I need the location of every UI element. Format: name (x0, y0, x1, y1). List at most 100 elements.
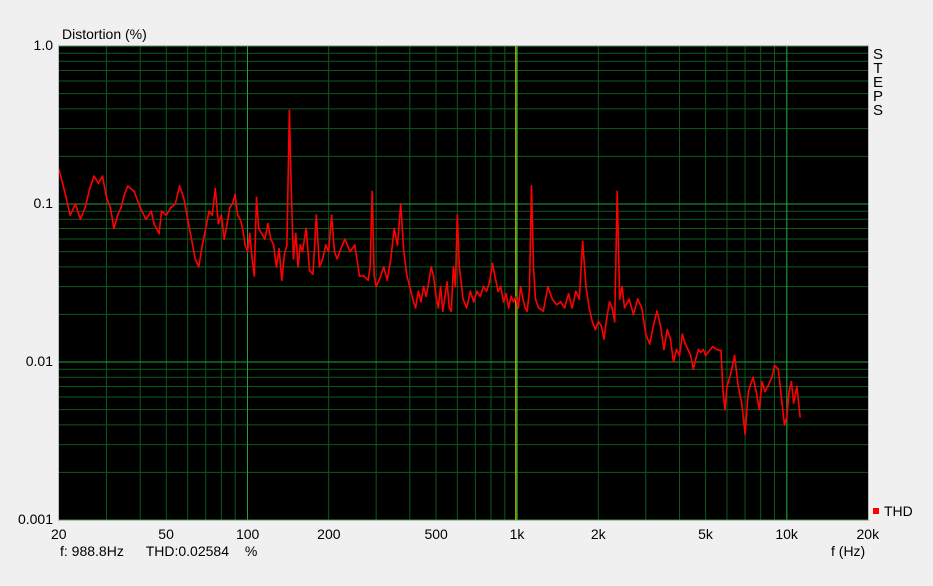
data-point (621, 285, 623, 288)
data-point (239, 218, 242, 221)
data-point (669, 338, 672, 340)
data-point (145, 218, 147, 221)
data-point (208, 210, 210, 213)
side-label-letter: S (872, 102, 883, 119)
readout-unit: % (244, 543, 258, 559)
data-point (280, 279, 283, 281)
data-point (158, 232, 161, 235)
data-point (386, 279, 389, 281)
data-point (288, 109, 291, 112)
data-point (414, 307, 417, 309)
data-point (547, 285, 549, 288)
data-point (722, 390, 724, 393)
data-point (170, 206, 172, 209)
data-point (726, 385, 728, 388)
data-point (217, 222, 220, 225)
side-label: S T E P S (871, 47, 885, 119)
data-point (608, 301, 611, 303)
data-point (406, 275, 408, 277)
data-point (248, 232, 251, 235)
data-point (308, 269, 311, 272)
data-point (744, 433, 746, 435)
data-point (244, 244, 247, 246)
data-point (578, 298, 581, 300)
data-point (526, 310, 529, 312)
data-point (430, 266, 433, 268)
data-point (318, 266, 321, 268)
data-point (729, 372, 732, 375)
data-point (201, 244, 204, 246)
data-point (715, 348, 718, 351)
data-point (324, 244, 327, 246)
data-point (781, 402, 783, 404)
data-point (687, 348, 689, 351)
data-point (773, 364, 776, 367)
data-point (439, 285, 442, 288)
data-point (362, 275, 365, 277)
chart-window: Distortion (%) S T E P S THD f: 988.8Hz … (0, 0, 933, 586)
data-point (178, 185, 181, 187)
data-point (101, 175, 104, 178)
data-point (375, 285, 378, 288)
data-point (153, 222, 155, 225)
data-point (707, 351, 709, 354)
data-point (588, 307, 591, 309)
data-point (681, 333, 684, 336)
data-point (267, 222, 269, 225)
data-point (126, 185, 129, 187)
data-point (591, 320, 594, 323)
data-point (190, 238, 193, 241)
data-point (382, 266, 385, 268)
data-point (623, 307, 626, 309)
data-point (454, 285, 457, 288)
data-point (371, 190, 374, 193)
data-point (278, 248, 280, 250)
data-point (315, 214, 318, 217)
data-point (220, 214, 223, 217)
data-point (697, 348, 700, 351)
plot-area[interactable] (0, 0, 933, 586)
data-point (499, 285, 502, 288)
data-point (563, 307, 566, 309)
y-axis-title: Distortion (%) (62, 26, 147, 42)
data-point (491, 262, 494, 265)
legend: THD (873, 503, 913, 519)
data-point (611, 307, 613, 309)
data-point (260, 232, 263, 235)
data-point (603, 338, 605, 340)
data-point (465, 307, 468, 309)
data-point (567, 292, 570, 295)
data-point (656, 310, 658, 312)
data-point (510, 295, 512, 298)
data-point (532, 266, 535, 268)
data-point (469, 290, 472, 293)
data-point (408, 285, 411, 288)
data-point (663, 348, 665, 351)
data-point (585, 285, 587, 288)
y-tick-label: 1.0 (33, 37, 53, 53)
data-point (788, 390, 790, 393)
data-point (283, 253, 286, 256)
data-point (502, 301, 505, 303)
data-point (297, 266, 299, 268)
data-point (358, 275, 361, 277)
legend-label: THD (884, 503, 913, 519)
data-point (737, 385, 740, 388)
data-point (367, 279, 369, 281)
data-point (494, 277, 497, 279)
data-point (605, 317, 608, 319)
data-point (305, 227, 307, 230)
data-point (600, 324, 603, 327)
data-point (799, 415, 801, 418)
data-point (150, 210, 153, 213)
readout-thd: THD:0.02584 (145, 543, 229, 559)
data-point (97, 182, 100, 185)
data-point (648, 343, 651, 345)
data-point (574, 290, 577, 293)
data-point (435, 295, 437, 298)
data-point (292, 257, 295, 260)
data-point (783, 424, 786, 426)
readout-frequency: f: 988.8Hz (60, 543, 124, 559)
data-point (571, 307, 574, 309)
data-point (223, 238, 226, 241)
